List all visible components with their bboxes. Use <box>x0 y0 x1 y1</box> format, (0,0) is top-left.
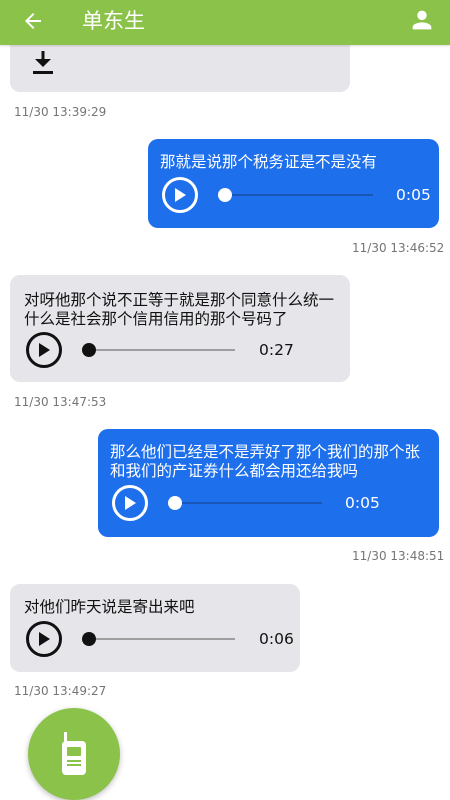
message-text: 对他们昨天说是寄出来吧 <box>24 598 195 616</box>
play-button[interactable] <box>26 621 62 657</box>
message-timestamp: 11/30 13:46:52 <box>352 241 445 255</box>
person-icon <box>412 10 432 30</box>
audio-progress-track[interactable] <box>170 502 322 504</box>
incoming-message[interactable]: 对他们昨天说是寄出来吧 0:06 <box>10 584 300 672</box>
audio-duration: 0:05 <box>396 186 431 204</box>
audio-progress-track[interactable] <box>218 194 373 196</box>
outgoing-message[interactable]: 那么他们已经是不是弄好了那个我们的那个张和我们的产证券什么都会用还给我吗 0:0… <box>98 429 439 537</box>
audio-progress-track[interactable] <box>88 638 235 640</box>
message-text: 那么他们已经是不是弄好了那个我们的那个张和我们的产证券什么都会用还给我吗 <box>110 443 421 480</box>
message-text: 那就是说那个税务证是不是没有 <box>160 153 378 171</box>
incoming-message[interactable]: 对呀他那个说不正等于就是那个同意什么统一什么是社会那个信用信用的那个号码了 0:… <box>10 275 350 382</box>
audio-progress-knob[interactable] <box>82 632 96 646</box>
push-to-talk-button[interactable] <box>28 708 120 800</box>
audio-progress-knob[interactable] <box>218 188 232 202</box>
audio-duration: 0:27 <box>259 341 294 359</box>
play-button[interactable] <box>26 332 62 368</box>
play-icon <box>125 496 136 510</box>
profile-button[interactable] <box>406 4 438 36</box>
play-button[interactable] <box>112 485 148 521</box>
audio-duration: 0:05 <box>345 494 380 512</box>
message-timestamp: 11/30 13:48:51 <box>352 549 445 563</box>
play-icon <box>175 188 186 202</box>
audio-duration: 0:06 <box>259 630 294 648</box>
back-button[interactable] <box>18 6 48 36</box>
audio-progress-knob[interactable] <box>168 496 182 510</box>
walkie-talkie-icon <box>62 732 86 775</box>
outgoing-message[interactable]: 那就是说那个税务证是不是没有 0:05 <box>148 139 439 228</box>
message-text: 对呀他那个说不正等于就是那个同意什么统一什么是社会那个信用信用的那个号码了 <box>24 291 335 328</box>
download-icon[interactable] <box>29 49 57 77</box>
message-timestamp: 11/30 13:49:27 <box>14 684 107 698</box>
app-bar: 单东生 <box>0 0 450 45</box>
audio-progress-knob[interactable] <box>82 343 96 357</box>
message-timestamp: 11/30 13:39:29 <box>14 105 107 119</box>
play-icon <box>39 632 50 646</box>
message-timestamp: 11/30 13:47:53 <box>14 395 107 409</box>
play-button[interactable] <box>162 177 198 213</box>
chat-area: 11/30 13:39:29 那就是说那个税务证是不是没有 0:05 11/30… <box>0 0 450 800</box>
page-title: 单东生 <box>82 9 145 33</box>
arrow-left-icon <box>25 13 41 29</box>
play-icon <box>39 343 50 357</box>
audio-progress-track[interactable] <box>88 349 235 351</box>
